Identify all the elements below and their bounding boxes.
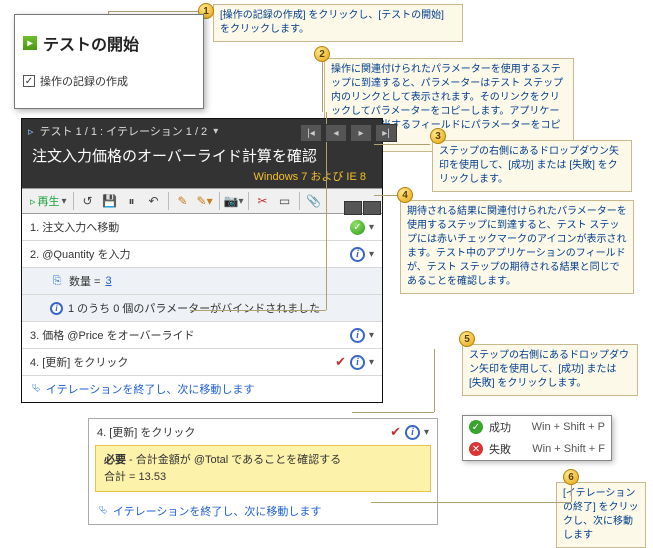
step-row[interactable]: 4. [更新] をクリック ✔ i ▾ bbox=[22, 349, 382, 376]
status-dropdown-icon[interactable]: ▾ bbox=[369, 357, 374, 368]
status-active-icon[interactable]: i bbox=[405, 425, 420, 440]
status-active-icon[interactable]: i bbox=[350, 355, 365, 370]
step-info-row: i 1 のうち 0 個のパラメーターがバインドされました bbox=[22, 295, 382, 322]
play-button[interactable]: ▹ 再生 ▾ bbox=[30, 193, 67, 209]
step-num: 3. bbox=[30, 330, 39, 342]
end-iteration-icon: ⮱ bbox=[99, 505, 108, 518]
cut-icon[interactable]: ✂ bbox=[253, 191, 273, 211]
param-value-link[interactable]: 3 bbox=[105, 275, 111, 287]
runner-env: Windows 7 および IE 8 bbox=[22, 166, 382, 188]
step-text: @Quantity を入力 bbox=[42, 249, 130, 261]
max-icon[interactable] bbox=[363, 201, 381, 215]
fail-shortcut: Win + Shift + F bbox=[532, 443, 605, 455]
expected-total: 合計 = 13.53 bbox=[104, 469, 422, 486]
step-text: [更新] をクリック bbox=[42, 357, 128, 369]
start-test-panel: ▸ テストの開始 ✓ 操作の記録の作成 bbox=[14, 14, 204, 109]
play-arrow-icon: ▸ bbox=[23, 36, 37, 50]
reset-icon[interactable]: ↺ bbox=[78, 191, 98, 211]
runner-location: テスト 1 / 1 : イテレーション 1 / 2 bbox=[40, 123, 208, 139]
expected-result-icon: ✔ bbox=[335, 354, 346, 370]
nav-prev-icon[interactable]: ◂ bbox=[325, 124, 347, 142]
step-text: 価格 @Price をオーバーライド bbox=[42, 330, 194, 342]
fail-label: 失敗 bbox=[489, 441, 511, 457]
camera-icon[interactable]: 📷▾ bbox=[224, 191, 244, 211]
comment-icon[interactable]: ✎ bbox=[173, 191, 193, 211]
nav-next-icon[interactable]: ▸ bbox=[350, 124, 372, 142]
attach-icon[interactable]: 📎 bbox=[304, 191, 324, 211]
status-active-icon[interactable]: i bbox=[350, 247, 365, 262]
status-dropdown-icon[interactable]: ▾ bbox=[369, 249, 374, 260]
expected-result-body: 必要 - 合計金額が @Total であることを確認する 合計 = 13.53 bbox=[95, 445, 431, 492]
callout-6: [イテレーションの終了] をクリックし、次に移動します bbox=[556, 482, 646, 548]
status-pass-icon[interactable]: ✓ bbox=[350, 220, 365, 235]
start-test-button[interactable]: ▸ テストの開始 bbox=[23, 31, 195, 55]
step-text: 注文入力へ移動 bbox=[42, 222, 119, 234]
status-dropdown-icon[interactable]: ▾ bbox=[424, 427, 429, 438]
detail-end-iteration-label: イテレーションを終了し、次に移動します bbox=[113, 503, 322, 519]
end-iteration-label: イテレーションを終了し、次に移動します bbox=[46, 381, 255, 397]
step-row[interactable]: 3. 価格 @Price をオーバーライド i ▾ bbox=[22, 322, 382, 349]
runner-dropdown-icon[interactable]: ▾ bbox=[213, 126, 218, 137]
param-label: 数量 = bbox=[69, 273, 100, 289]
step-param-row: ⎘ 数量 = 3 bbox=[22, 268, 382, 295]
callout-2-num: 2 bbox=[314, 46, 330, 62]
step-row[interactable]: 1. 注文入力へ移動 ✓ ▾ bbox=[22, 214, 382, 241]
pass-menu-item[interactable]: ✓ 成功 Win + Shift + P bbox=[463, 416, 611, 438]
step-list: 1. 注文入力へ移動 ✓ ▾ 2. @Quantity を入力 i ▾ ⎘ 数量 =… bbox=[22, 214, 382, 402]
callout-3: ステップの右側にあるドロップダウン矢印を使用して、[成功] または [失敗] を… bbox=[432, 140, 632, 192]
checkbox-icon: ✓ bbox=[23, 75, 35, 87]
callout-4: 期待される結果に関連付けられたパラメーターを使用するステップに到達すると、テスト… bbox=[400, 200, 634, 294]
fail-icon: ✕ bbox=[469, 442, 483, 456]
fail-menu-item[interactable]: ✕ 失敗 Win + Shift + F bbox=[463, 438, 611, 460]
info-icon: i bbox=[50, 302, 63, 315]
status-active-icon[interactable]: i bbox=[350, 328, 365, 343]
must-label: 必要 bbox=[104, 454, 126, 466]
end-iteration-link[interactable]: ⮱ イテレーションを終了し、次に移動します bbox=[22, 376, 382, 402]
step-num: 2. bbox=[30, 249, 39, 261]
callout-3-num: 3 bbox=[430, 128, 446, 144]
callout-5-num: 5 bbox=[459, 331, 475, 347]
play-label: 再生 bbox=[38, 193, 60, 209]
step-num: 1. bbox=[30, 222, 39, 234]
status-dropdown-icon[interactable]: ▾ bbox=[369, 222, 374, 233]
runner-toolbar: ▹ 再生 ▾ ↺ 💾 ⏸ ↶ ✎ ✎▾ 📷▾ ✂ ▭ 📎 bbox=[22, 188, 382, 214]
step-row[interactable]: 2. @Quantity を入力 i ▾ bbox=[22, 241, 382, 268]
pass-icon: ✓ bbox=[469, 420, 483, 434]
copy-icon[interactable]: ▭ bbox=[275, 191, 295, 211]
undo-icon[interactable]: ↶ bbox=[144, 191, 164, 211]
param-copy-icon[interactable]: ⎘ bbox=[50, 274, 64, 288]
runner-title: 注文入力価格のオーバーライド計算を確認 bbox=[22, 143, 382, 166]
create-recording-label: 操作の記録の作成 bbox=[40, 73, 128, 89]
callout-6-num: 6 bbox=[563, 469, 579, 485]
step-num: 4. bbox=[30, 357, 39, 369]
min-icon[interactable] bbox=[344, 201, 362, 215]
bug-icon[interactable]: ✎▾ bbox=[195, 191, 215, 211]
create-recording-checkbox[interactable]: ✓ 操作の記録の作成 bbox=[23, 73, 195, 89]
start-test-label: テストの開始 bbox=[43, 31, 139, 55]
step-detail-panel: 4. [更新] をクリック ✔ i ▾ 必要 - 合計金額が @Total であ… bbox=[88, 418, 438, 525]
pass-label: 成功 bbox=[489, 419, 511, 435]
nav-first-icon[interactable]: |◂ bbox=[300, 124, 322, 142]
param-bind-info: 1 のうち 0 個のパラメーターがバインドされました bbox=[68, 300, 320, 316]
pass-fail-menu: ✓ 成功 Win + Shift + P ✕ 失敗 Win + Shift + … bbox=[462, 415, 612, 461]
runner-icon: ▹ bbox=[28, 125, 34, 138]
callout-4-num: 4 bbox=[397, 187, 413, 203]
status-dropdown-icon[interactable]: ▾ bbox=[369, 330, 374, 341]
end-iteration-icon: ⮱ bbox=[32, 383, 41, 396]
pass-shortcut: Win + Shift + P bbox=[532, 421, 605, 433]
callout-5: ステップの右側にあるドロップダウン矢印を使用して、[成功] または [失敗] を… bbox=[462, 344, 638, 396]
nav-last-icon[interactable]: ▸| bbox=[375, 124, 397, 142]
pause-icon[interactable]: ⏸ bbox=[122, 191, 142, 211]
must-text: - 合計金額が @Total であることを確認する bbox=[126, 454, 341, 466]
expected-result-icon: ✔ bbox=[390, 424, 401, 440]
test-runner-window: ▹ テスト 1 / 1 : イテレーション 1 / 2 ▾ 注文入力価格のオーバ… bbox=[21, 118, 383, 403]
callout-1: [操作の記録の作成] をクリックし、[テストの開始] をクリックします。 bbox=[213, 4, 463, 42]
save-icon[interactable]: 💾 bbox=[100, 191, 120, 211]
detail-title: 4. [更新] をクリック bbox=[97, 424, 195, 440]
